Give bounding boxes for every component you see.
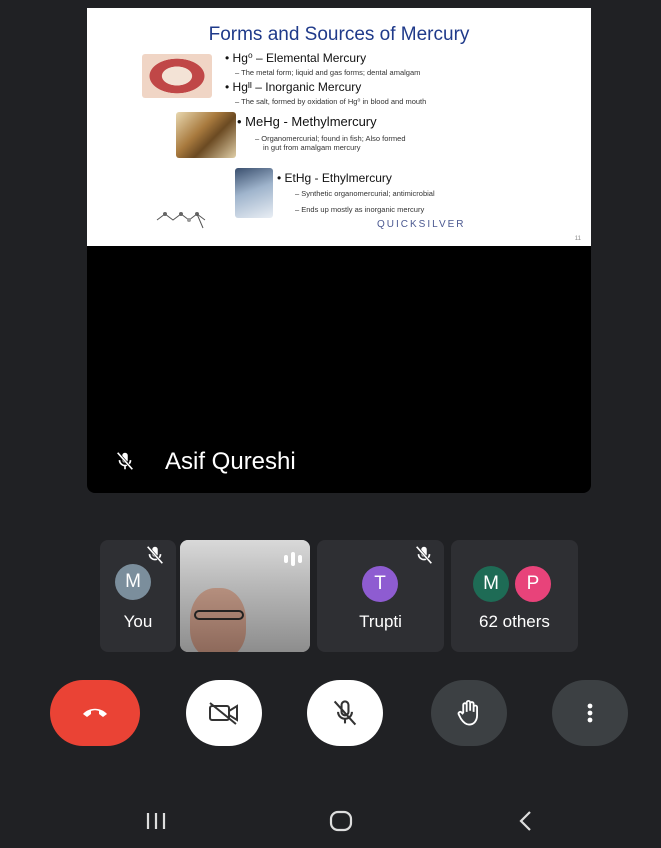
glasses — [194, 610, 244, 620]
mic-off-icon — [333, 700, 357, 726]
participant-tile-you[interactable]: M You — [100, 540, 176, 652]
slide-title: Forms and Sources of Mercury — [208, 24, 470, 45]
slide-subbullet: – Synthetic organomercurial; antimicrobi… — [295, 189, 435, 198]
participant-tile-others[interactable]: M P 62 others — [451, 540, 578, 652]
mic-off-icon — [146, 545, 164, 565]
raise-hand-icon — [457, 700, 478, 726]
participant-label: Trupti — [359, 612, 402, 631]
android-nav-bar — [0, 800, 661, 848]
slide-bullet: • Hg⁰ – Elemental Mercury — [225, 51, 367, 65]
back-chevron-icon — [519, 811, 531, 831]
participant-tile-trupti[interactable]: T Trupti — [317, 540, 444, 652]
avatar: P — [513, 564, 553, 604]
avatar: M — [115, 564, 151, 600]
participant-tile-video[interactable] — [180, 540, 310, 652]
slide-subbullet: – The salt, formed by oxidation of Hg⁰ i… — [235, 97, 427, 106]
presentation-tile[interactable]: Forms and Sources of Mercury • Hg⁰ – Ele… — [87, 8, 591, 493]
recent-apps-icon — [146, 813, 166, 829]
slide-subbullet: – Ends up mostly as inorganic mercury — [295, 205, 425, 214]
end-call-button[interactable] — [50, 680, 140, 746]
slide-bullet: • MeHg - Methylmercury — [237, 114, 377, 129]
slide-page-number: 11 — [574, 236, 581, 242]
slide-subbullet: – Organomercurial; found in fish; Also f… — [255, 134, 406, 143]
avatar: M — [473, 566, 509, 602]
mic-off-icon — [415, 545, 433, 565]
fish-image — [176, 112, 236, 158]
slide-bullet: • EtHg - Ethylmercury — [277, 171, 392, 185]
avatar: T — [362, 566, 398, 602]
speaker-name: Asif Qureshi — [165, 448, 296, 475]
participant-label: You — [123, 612, 153, 631]
more-vert-icon — [587, 703, 593, 723]
slide-subbullet: – The metal form; liquid and gas forms; … — [235, 68, 421, 77]
participant-label: 62 others — [479, 612, 550, 631]
mic-toggle-button[interactable] — [307, 680, 383, 746]
raise-hand-button[interactable] — [431, 680, 507, 746]
speaking-indicator-icon — [284, 552, 302, 566]
slide-bullet: • Hgᴵᴵ – Inorganic Mercury — [225, 80, 362, 94]
camera-off-icon — [209, 702, 238, 725]
speaker-name-bar: Asif Qureshi — [87, 438, 591, 484]
participant-video-person — [190, 588, 246, 652]
home-icon — [329, 810, 353, 832]
more-options-button[interactable] — [552, 680, 628, 746]
slide-subbullet: in gut from amalgam mercury — [263, 143, 361, 152]
vial-image — [235, 168, 273, 218]
camera-toggle-button[interactable] — [186, 680, 262, 746]
mic-off-icon — [116, 451, 134, 471]
teeth-image — [142, 54, 212, 98]
home-button[interactable] — [321, 806, 361, 836]
quicksilver-logo: QUICKSILVER — [377, 219, 466, 230]
molecule-icon — [156, 212, 206, 229]
shared-slide: Forms and Sources of Mercury • Hg⁰ – Ele… — [87, 8, 591, 246]
back-button[interactable] — [506, 806, 546, 836]
recent-apps-button[interactable] — [136, 806, 176, 836]
hang-up-icon — [83, 708, 107, 717]
